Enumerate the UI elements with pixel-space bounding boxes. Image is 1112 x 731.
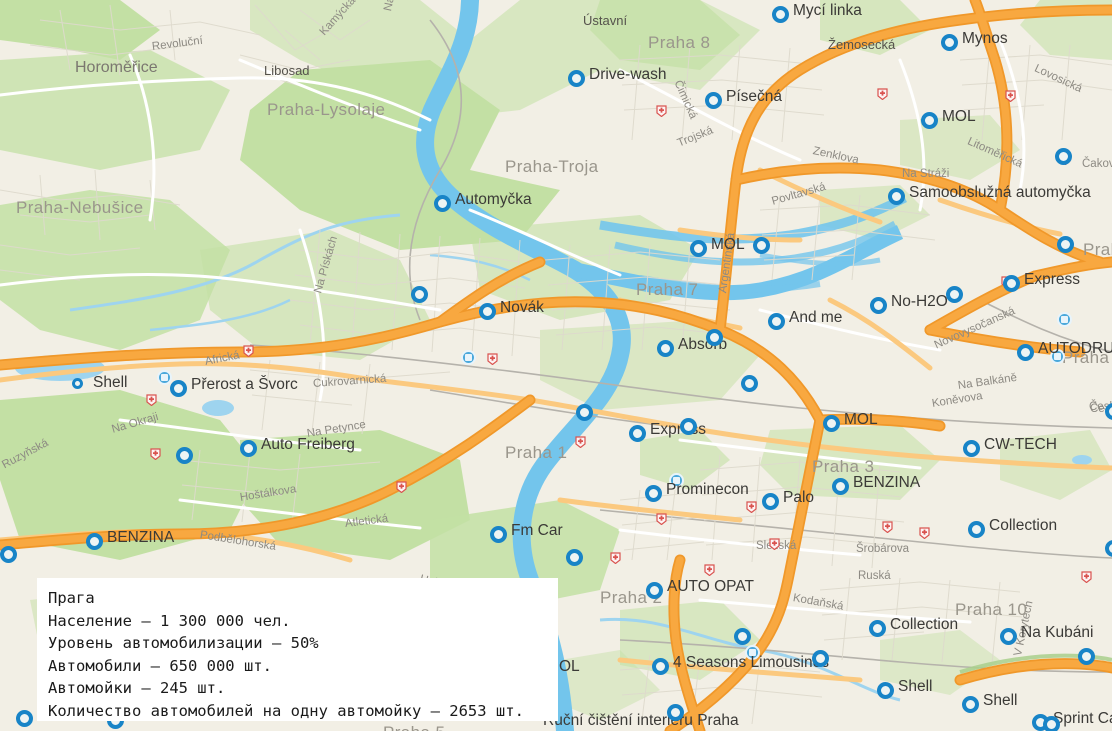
carwash-marker-label: AUTODRU [1038, 340, 1112, 357]
carwash-marker-label: Automyčka [455, 191, 532, 208]
carwash-marker[interactable] [1003, 275, 1020, 292]
carwash-marker[interactable] [629, 425, 646, 442]
carwash-marker-label: Ruční čištění interiéru Praha [543, 712, 739, 729]
carwash-marker[interactable] [753, 237, 770, 254]
carwash-marker[interactable] [86, 533, 103, 550]
carwash-marker[interactable] [490, 526, 507, 543]
carwash-marker[interactable] [170, 380, 187, 397]
carwash-marker[interactable] [762, 493, 779, 510]
carwash-marker-label: Novák [500, 299, 544, 316]
carwash-marker[interactable] [568, 70, 585, 87]
carwash-marker[interactable] [657, 340, 674, 357]
carwash-marker-label: 4 Seasons Limousines [673, 654, 829, 671]
carwash-marker[interactable] [734, 628, 751, 645]
carwash-marker[interactable] [946, 286, 963, 303]
stat-line-city: Прага [48, 589, 95, 607]
carwash-marker-label: Shell [983, 692, 1018, 709]
carwash-marker[interactable] [812, 650, 829, 667]
carwash-marker-label: BENZINA [853, 474, 921, 491]
stat-line-carwashes: Автомойки – 245 шт. [48, 679, 226, 697]
carwash-marker[interactable] [1043, 716, 1060, 731]
carwash-marker[interactable] [921, 112, 938, 129]
carwash-marker[interactable] [240, 440, 257, 457]
carwash-marker[interactable] [832, 478, 849, 495]
carwash-marker-label: And me [789, 309, 843, 326]
carwash-marker[interactable] [16, 710, 33, 727]
stat-line-cars-per-carwash: Количество автомобилей на одну автомойку… [48, 701, 524, 720]
carwash-marker-label: Shell [898, 678, 933, 695]
carwash-marker-label: MOL [942, 108, 976, 125]
carwash-marker[interactable] [823, 415, 840, 432]
carwash-marker[interactable] [1055, 148, 1072, 165]
carwash-marker[interactable] [968, 521, 985, 538]
carwash-marker-label: Shell [93, 374, 128, 391]
carwash-marker-label: Písečná [726, 88, 783, 105]
carwash-marker[interactable] [690, 240, 707, 257]
carwash-marker[interactable] [1057, 236, 1074, 253]
carwash-marker[interactable] [741, 375, 758, 392]
carwash-marker-label: Express [650, 421, 706, 438]
carwash-marker[interactable] [941, 34, 958, 51]
carwash-marker-label: Mynos [962, 30, 1008, 47]
map-canvas[interactable]: RevolučníKamýckáNa PČimickáTrojskáZenklo… [0, 0, 1112, 731]
carwash-marker[interactable] [576, 404, 593, 421]
carwash-marker[interactable] [566, 549, 583, 566]
carwash-marker[interactable] [667, 704, 684, 721]
carwash-marker[interactable] [72, 378, 83, 389]
carwash-marker-label: Collection [890, 616, 959, 633]
carwash-marker[interactable] [869, 620, 886, 637]
carwash-marker[interactable] [772, 6, 789, 23]
carwash-marker[interactable] [176, 447, 193, 464]
carwash-marker-label: Auto Freiberg [261, 436, 355, 453]
carwash-marker[interactable] [963, 440, 980, 457]
carwash-marker[interactable] [888, 188, 905, 205]
carwash-marker[interactable] [645, 485, 662, 502]
carwash-marker[interactable] [706, 329, 723, 346]
carwash-marker[interactable] [1105, 403, 1112, 420]
carwash-marker-label: Sprint Ca [1053, 710, 1112, 727]
carwash-marker[interactable] [962, 696, 979, 713]
stat-line-motorization: Уровень автомобилизации – 50% [48, 634, 319, 652]
carwash-marker[interactable] [680, 418, 697, 435]
carwash-marker[interactable] [434, 195, 451, 212]
carwash-marker-label: BENZINA [107, 529, 175, 546]
carwash-marker-label: Drive-wash [589, 66, 667, 83]
carwash-marker[interactable] [1105, 540, 1112, 557]
carwash-marker[interactable] [1000, 628, 1017, 645]
carwash-marker[interactable] [411, 286, 428, 303]
carwash-marker[interactable] [768, 313, 785, 330]
carwash-marker-label: Na Kubáni [1021, 624, 1094, 641]
city-statistics-panel: Прага Население – 1 300 000 чел. Уровень… [37, 578, 558, 721]
carwash-marker[interactable] [705, 92, 722, 109]
carwash-marker-label: AUTO OPAT [667, 578, 754, 595]
carwash-marker-label: MOL [844, 411, 878, 428]
carwash-marker-label: Fm Car [511, 522, 563, 539]
carwash-marker-label: Collection [989, 517, 1058, 534]
carwash-marker-label: Samoobslužná automyčka [909, 184, 1091, 201]
carwash-marker-label: Express [1024, 271, 1080, 288]
carwash-marker[interactable] [0, 546, 17, 563]
carwash-marker[interactable] [646, 582, 663, 599]
carwash-marker-label: MOL [711, 236, 745, 253]
carwash-marker-label: Přerost a Švorc [191, 376, 298, 393]
carwash-marker[interactable] [870, 297, 887, 314]
carwash-marker-label: OL [559, 658, 580, 675]
carwash-marker[interactable] [1017, 344, 1034, 361]
stat-line-population: Население – 1 300 000 чел. [48, 611, 291, 630]
carwash-marker-label: Prominecon [666, 481, 749, 498]
carwash-marker[interactable] [479, 303, 496, 320]
carwash-marker[interactable] [652, 658, 669, 675]
carwash-marker-label: No-H2O [891, 293, 948, 310]
carwash-marker-label: Mycí linka [793, 2, 862, 19]
carwash-marker[interactable] [877, 682, 894, 699]
carwash-marker-label: Palo [783, 489, 815, 506]
carwash-marker[interactable] [1078, 648, 1095, 665]
carwash-marker-label: CW-TECH [984, 436, 1057, 453]
stat-line-cars: Автомобили – 650 000 шт. [48, 656, 272, 675]
